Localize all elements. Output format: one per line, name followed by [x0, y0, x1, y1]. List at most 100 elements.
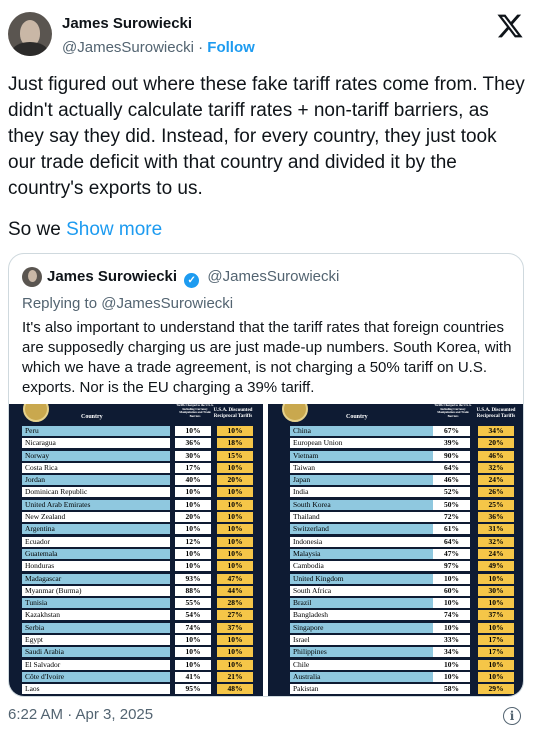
- author-handle-row: @JamesSurowiecki · Follow: [62, 39, 255, 56]
- discounted-rate-cell: 10%: [478, 573, 514, 584]
- charged-rate-cell: 61%: [433, 524, 470, 535]
- charged-rate-cell: 10%: [175, 524, 211, 535]
- discounted-rate-cell: 10%: [217, 426, 253, 436]
- charged-rate-cell: 74%: [175, 622, 211, 633]
- country-cell: China: [290, 426, 438, 436]
- country-cell: Madagascar: [22, 573, 170, 584]
- discounted-rate-cell: 10%: [217, 512, 253, 523]
- charged-rate-cell: 17%: [175, 462, 211, 473]
- country-cell: Indonesia: [290, 536, 438, 547]
- discounted-rate-cell: 37%: [478, 610, 514, 621]
- table-row: Cambodia 97% 49%: [268, 560, 523, 572]
- discounted-rate-cell: 10%: [217, 536, 253, 547]
- country-cell: Peru: [22, 426, 170, 436]
- discounted-rate-cell: 17%: [478, 635, 514, 646]
- country-cell: Taiwan: [290, 462, 438, 473]
- table-row: El Salvador 10% 10%: [9, 659, 263, 671]
- discounted-rate-cell: 10%: [217, 659, 253, 670]
- author-handle[interactable]: @JamesSurowiecki: [62, 39, 194, 56]
- charged-rate-cell: 47%: [433, 548, 470, 559]
- table-row: Jordan 40% 20%: [9, 474, 263, 486]
- table-row: Nicaragua 36% 18%: [9, 437, 263, 449]
- country-cell: Dominican Republic: [22, 487, 170, 498]
- header-country: Country: [346, 414, 368, 420]
- discounted-rate-cell: 36%: [478, 512, 514, 523]
- charged-rate-cell: 10%: [175, 548, 211, 559]
- country-cell: Tunisia: [22, 598, 170, 609]
- author-avatar[interactable]: [8, 12, 52, 56]
- discounted-rate-cell: 10%: [217, 561, 253, 572]
- country-cell: Argentina: [22, 524, 170, 535]
- quote-author-name: James Surowiecki: [47, 268, 178, 285]
- show-more-link[interactable]: Show more: [66, 219, 162, 240]
- discounted-rate-cell: 34%: [478, 426, 514, 436]
- country-cell: Japan: [290, 475, 438, 486]
- country-cell: Philippines: [290, 647, 438, 658]
- follow-button[interactable]: Follow: [207, 39, 255, 56]
- country-cell: New Zealand: [22, 512, 170, 523]
- table-row: Peru 10% 10%: [9, 425, 263, 437]
- header-charged: Tariffs Charged to the U.S.A. Including …: [434, 404, 472, 418]
- table-row: South Korea 50% 25%: [268, 499, 523, 511]
- charged-rate-cell: 33%: [433, 635, 470, 646]
- discounted-rate-cell: 31%: [478, 524, 514, 535]
- quote-author-row: James Surowiecki ✓ @JamesSurowiecki: [47, 268, 339, 288]
- discounted-rate-cell: 10%: [478, 671, 514, 682]
- table-row: Brazil 10% 10%: [268, 597, 523, 609]
- charged-rate-cell: 52%: [433, 487, 470, 498]
- country-cell: South Africa: [290, 585, 438, 596]
- info-icon[interactable]: i: [503, 707, 521, 725]
- table-row: Thailand 72% 36%: [268, 511, 523, 523]
- charged-rate-cell: 41%: [175, 671, 211, 682]
- charged-rate-cell: 10%: [175, 647, 211, 658]
- tweet-truncated-text: So we: [8, 219, 61, 240]
- country-cell: Brazil: [290, 598, 438, 609]
- tariff-table-image[interactable]: Country Tariffs Charged to the U.S.A. In…: [9, 404, 523, 696]
- table-row: Serbia 74% 37%: [9, 622, 263, 634]
- charged-rate-cell: 10%: [433, 622, 470, 633]
- charged-rate-cell: 10%: [175, 487, 211, 498]
- discounted-rate-cell: 25%: [478, 499, 514, 510]
- discounted-rate-cell: 10%: [217, 647, 253, 658]
- tweet-truncated-line: So we Show more: [8, 217, 162, 243]
- discounted-rate-cell: 15%: [217, 450, 253, 461]
- table-row: United Arab Emirates 10% 10%: [9, 499, 263, 511]
- table-row: India 52% 26%: [268, 486, 523, 498]
- author-name[interactable]: James Surowiecki: [62, 15, 192, 32]
- avatar-body: [12, 42, 48, 56]
- x-logo-icon[interactable]: [496, 12, 524, 40]
- table-row: Madagascar 93% 47%: [9, 573, 263, 585]
- charged-rate-cell: 34%: [433, 647, 470, 658]
- discounted-rate-cell: 10%: [478, 659, 514, 670]
- quoted-tweet[interactable]: James Surowiecki ✓ @JamesSurowiecki Repl…: [8, 253, 524, 697]
- discounted-rate-cell: 24%: [478, 548, 514, 559]
- discounted-rate-cell: 21%: [217, 671, 253, 682]
- charged-rate-cell: 10%: [433, 598, 470, 609]
- charged-rate-cell: 88%: [175, 585, 211, 596]
- country-cell: Australia: [290, 671, 438, 682]
- discounted-rate-cell: 20%: [217, 475, 253, 486]
- header-charged: Tariffs Charged to the U.S.A. Including …: [176, 404, 214, 418]
- tweet-timestamp[interactable]: 6:22 AM · Apr 3, 2025: [8, 706, 153, 723]
- header-discounted: U.S.A. Discounted Reciprocal Tariffs: [476, 408, 516, 419]
- handle-separator: ·: [198, 39, 204, 56]
- table-row: Bangladesh 74% 37%: [268, 609, 523, 621]
- table-row: New Zealand 20% 10%: [9, 511, 263, 523]
- table-row: Israel 33% 17%: [268, 634, 523, 646]
- country-cell: Norway: [22, 450, 170, 461]
- table-row: Argentina 10% 10%: [9, 523, 263, 535]
- table-row: Laos 95% 48%: [9, 683, 263, 695]
- country-cell: South Korea: [290, 499, 438, 510]
- discounted-rate-cell: 27%: [217, 610, 253, 621]
- table-row: South Africa 60% 30%: [268, 585, 523, 597]
- table-row: Costa Rica 17% 10%: [9, 462, 263, 474]
- charged-rate-cell: 72%: [433, 512, 470, 523]
- charged-rate-cell: 10%: [175, 659, 211, 670]
- discounted-rate-cell: 48%: [217, 684, 253, 695]
- discounted-rate-cell: 49%: [478, 561, 514, 572]
- charged-rate-cell: 54%: [175, 610, 211, 621]
- header-discounted: U.S.A. Discounted Reciprocal Tariffs: [213, 408, 253, 419]
- country-cell: Bangladesh: [290, 610, 438, 621]
- table-row: Japan 46% 24%: [268, 474, 523, 486]
- tariff-table-right: Country Tariffs Charged to the U.S.A. In…: [268, 404, 523, 696]
